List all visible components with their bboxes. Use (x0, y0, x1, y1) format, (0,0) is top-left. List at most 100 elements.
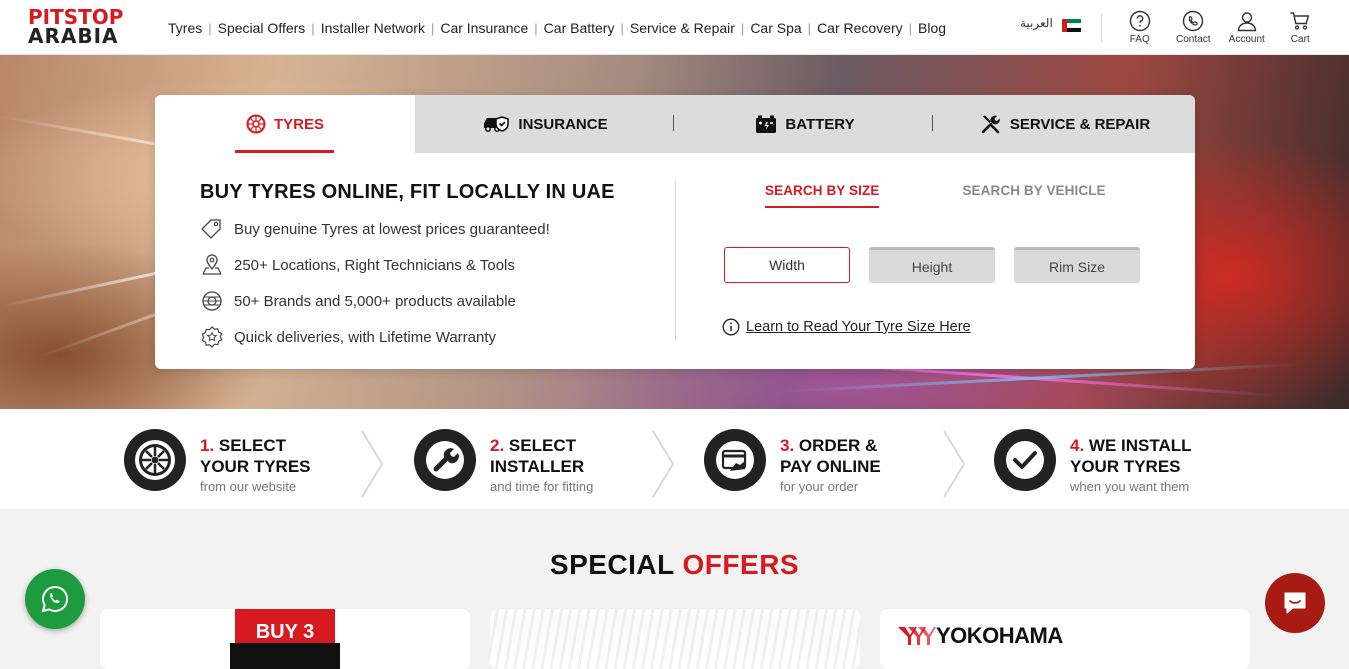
car-shield-icon (484, 116, 510, 132)
nav-car-battery[interactable]: Car Battery (538, 20, 621, 36)
account-button[interactable]: Account (1220, 10, 1274, 45)
panel-divider (675, 181, 676, 341)
phone-icon (1183, 10, 1204, 32)
question-icon (1129, 10, 1150, 32)
feature-item: 250+ Locations, Right Technicians & Tool… (200, 254, 615, 276)
step-2: 2. SELECT INSTALLER and time for fitting (414, 429, 674, 494)
header-divider (1101, 14, 1102, 42)
main-nav: Tyres | Special Offers | Installer Network… (162, 20, 952, 36)
special-offers-section: SPECIAL OFFERS BUY 3 YOKOHAMA (0, 509, 1349, 669)
cart-button[interactable]: Cart (1274, 10, 1328, 45)
battery-icon (756, 115, 777, 133)
offer-card[interactable] (490, 609, 860, 669)
faq-button[interactable]: FAQ (1113, 10, 1167, 45)
uae-flag-icon[interactable] (1062, 19, 1081, 33)
tyre-size-selectors: Width Height Rim Size (724, 247, 1159, 283)
feature-item: Buy genuine Tyres at lowest prices guara… (200, 218, 615, 240)
feature-text: 250+ Locations, Right Technicians & Tool… (234, 256, 515, 274)
contact-button[interactable]: Contact (1167, 10, 1221, 45)
step-subtitle: when you want them (1070, 479, 1190, 494)
feature-text: Quick deliveries, with Lifetime Warranty (234, 328, 497, 346)
step-3: 3. ORDER & PAY ONLINE for your order (704, 429, 964, 494)
tools-icon (981, 115, 1000, 134)
header-actions: FAQ Contact Account Cart (1113, 10, 1327, 45)
search-by-vehicle-tab[interactable]: SEARCH BY VEHICLE (962, 183, 1105, 208)
info-icon (722, 318, 740, 336)
yokohama-logo: YOKOHAMA (898, 623, 1063, 649)
how-it-works: 1. SELECT YOUR TYRES from our website 2. … (0, 409, 1349, 509)
width-select[interactable]: Width (724, 247, 850, 283)
tyres-headline: BUY TYRES ONLINE, FIT LOCALLY IN UAE (200, 181, 615, 203)
faq-label: FAQ (1129, 34, 1150, 45)
chevron-right-icon (361, 430, 384, 498)
language-switch[interactable]: العربية (1020, 16, 1053, 30)
tyres-benefits: BUY TYRES ONLINE, FIT LOCALLY IN UAE Buy… (200, 181, 615, 348)
yokohama-mark-icon (898, 627, 936, 645)
live-chat-button[interactable] (1265, 573, 1325, 633)
tab-tyres-label: TYRES (273, 115, 324, 133)
checkmark-icon (994, 429, 1056, 491)
search-mode-tabs: SEARCH BY SIZE SEARCH BY VEHICLE (765, 183, 1189, 208)
tab-tyres[interactable]: TYRES (155, 95, 415, 153)
tyre-stack-icon (202, 291, 222, 311)
step-subtitle: from our website (200, 479, 297, 494)
nav-blog[interactable]: Blog (912, 20, 952, 36)
cart-label: Cart (1290, 34, 1310, 45)
tyre-icon (246, 114, 266, 134)
nav-tyres[interactable]: Tyres (162, 20, 208, 36)
cart-icon (1290, 12, 1310, 30)
learn-link-text: Learn to Read Your Tyre Size Here (746, 319, 971, 335)
step-1: 1. SELECT YOUR TYRES from our website (124, 429, 384, 494)
step-title: 2. SELECT INSTALLER (490, 436, 585, 476)
warranty-badge-icon (201, 326, 223, 348)
user-icon (1237, 12, 1256, 32)
feature-text: Buy genuine Tyres at lowest prices guara… (234, 220, 550, 238)
tab-divider (673, 115, 674, 131)
feature-item: 50+ Brands and 5,000+ products available (200, 290, 615, 312)
chevron-right-icon (943, 430, 966, 498)
search-card: TYRES INSURANCE BATTERY SERVICE & REPAIR… (155, 95, 1195, 369)
wheel-icon (124, 429, 186, 491)
tab-service-repair-label: SERVICE & REPAIR (1009, 115, 1151, 133)
step-title: 3. ORDER & PAY ONLINE (780, 436, 881, 476)
step-4: 4. WE INSTALL YOUR TYRES when you want th… (994, 429, 1254, 494)
rim-size-select[interactable]: Rim Size (1014, 247, 1140, 283)
nav-service-repair[interactable]: Service & Repair (624, 20, 741, 36)
nav-car-recovery[interactable]: Car Recovery (811, 20, 909, 36)
offer-card[interactable]: BUY 3 (100, 609, 470, 669)
chevron-right-icon (652, 430, 675, 498)
nav-installer-network[interactable]: Installer Network (315, 20, 431, 36)
step-subtitle: and time for fitting (490, 479, 594, 494)
height-select[interactable]: Height (869, 247, 995, 283)
logo-text-bottom: ARABIA (28, 24, 119, 48)
special-offers-title: SPECIAL OFFERS (549, 549, 800, 580)
account-label: Account (1228, 34, 1265, 45)
payment-card-icon (704, 429, 766, 491)
service-tabs: TYRES INSURANCE BATTERY SERVICE & REPAIR (155, 95, 1195, 153)
tab-insurance[interactable]: INSURANCE (415, 95, 675, 153)
whatsapp-icon (41, 585, 69, 613)
nav-car-insurance[interactable]: Car Insurance (434, 20, 534, 36)
site-header: PITSTOP ARABIA Tyres | Special Offers | In… (0, 0, 1349, 55)
offer-card[interactable]: YOKOHAMA (880, 609, 1250, 669)
wrench-icon (414, 429, 476, 491)
whatsapp-button[interactable] (25, 569, 85, 629)
contact-label: Contact (1176, 34, 1211, 45)
tab-divider (932, 115, 933, 131)
step-title: 1. SELECT YOUR TYRES (200, 436, 311, 476)
buy-3-badge: BUY 3 (230, 609, 340, 669)
pitstop-arabia-logo[interactable]: PITSTOP ARABIA (28, 7, 138, 48)
feature-item: Quick deliveries, with Lifetime Warranty (200, 326, 615, 348)
nav-car-spa[interactable]: Car Spa (744, 20, 807, 36)
search-by-size-tab[interactable]: SEARCH BY SIZE (765, 183, 880, 208)
tab-service-repair[interactable]: SERVICE & REPAIR (935, 95, 1195, 153)
yokohama-text: YOKOHAMA (936, 623, 1063, 648)
nav-special-offers[interactable]: Special Offers (212, 20, 312, 36)
learn-tyre-size-link[interactable]: Learn to Read Your Tyre Size Here (722, 318, 971, 336)
price-tag-icon (201, 219, 221, 239)
location-pin-icon (202, 254, 222, 275)
tab-insurance-label: INSURANCE (518, 115, 608, 133)
feature-text: 50+ Brands and 5,000+ products available (234, 292, 516, 310)
tab-battery[interactable]: BATTERY (675, 95, 935, 153)
step-subtitle: for your order (780, 479, 859, 494)
